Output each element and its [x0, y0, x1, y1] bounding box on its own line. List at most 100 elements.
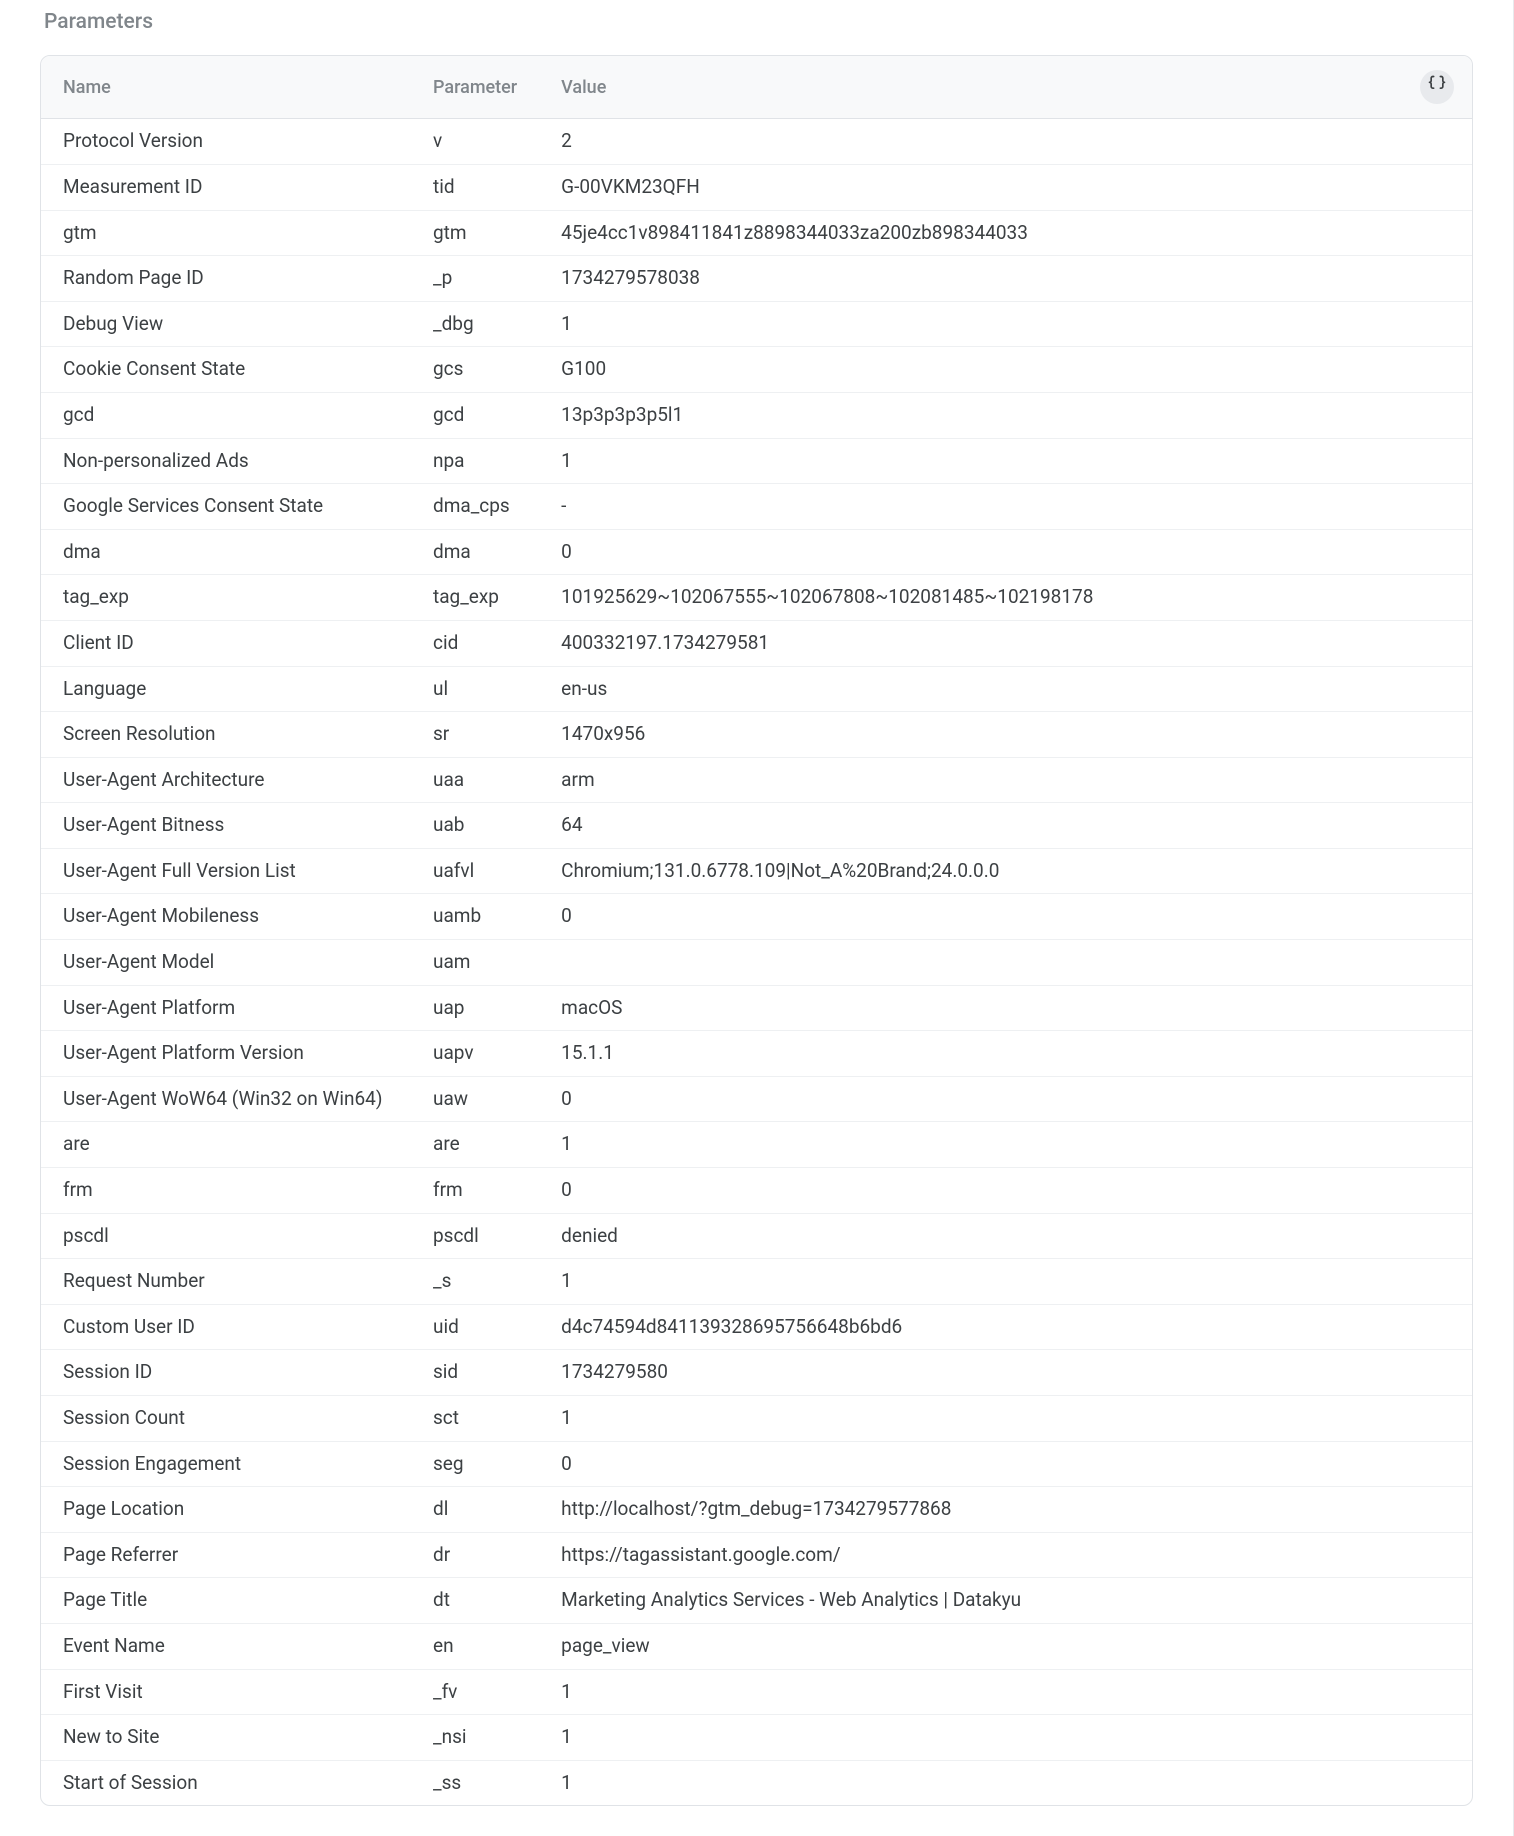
table-row[interactable]: gtmgtm45je4cc1v898411841z8898344033za200…	[41, 210, 1472, 256]
cell-name: User-Agent WoW64 (Win32 on Win64)	[41, 1076, 411, 1122]
cell-value: 1	[539, 1760, 1472, 1805]
table-row[interactable]: Request Number_s1	[41, 1259, 1472, 1305]
code-view-button[interactable]	[1420, 70, 1454, 104]
cell-name: tag_exp	[41, 575, 411, 621]
cell-parameter: _p	[411, 256, 539, 302]
table-row[interactable]: User-Agent Full Version ListuafvlChromiu…	[41, 848, 1472, 894]
cell-name: Event Name	[41, 1623, 411, 1669]
cell-parameter: sr	[411, 712, 539, 758]
table-header-row: Name Parameter Value	[41, 56, 1472, 119]
cell-name: gtm	[41, 210, 411, 256]
table-row[interactable]: User-Agent Mobilenessuamb0	[41, 894, 1472, 940]
cell-value: https://tagassistant.google.com/	[539, 1532, 1472, 1578]
table-row[interactable]: Custom User IDuidd4c74594d84113932869575…	[41, 1304, 1472, 1350]
cell-value: 15.1.1	[539, 1031, 1472, 1077]
cell-parameter: uaa	[411, 757, 539, 803]
cell-value: 1	[539, 1259, 1472, 1305]
table-row[interactable]: Start of Session_ss1	[41, 1760, 1472, 1805]
table-row[interactable]: Measurement IDtidG-00VKM23QFH	[41, 164, 1472, 210]
cell-value: 1734279580	[539, 1350, 1472, 1396]
cell-parameter: dt	[411, 1578, 539, 1624]
cell-value: 0	[539, 894, 1472, 940]
cell-value: 1734279578038	[539, 256, 1472, 302]
table-row[interactable]: gcdgcd13p3p3p3p5l1	[41, 392, 1472, 438]
cell-value: 400332197.1734279581	[539, 620, 1472, 666]
table-row[interactable]: Screen Resolutionsr1470x956	[41, 712, 1472, 758]
cell-name: Session Count	[41, 1396, 411, 1442]
cell-value: 1	[539, 301, 1472, 347]
cell-parameter: cid	[411, 620, 539, 666]
table-row[interactable]: pscdlpscdldenied	[41, 1213, 1472, 1259]
cell-parameter: uaw	[411, 1076, 539, 1122]
cell-name: gcd	[41, 392, 411, 438]
cell-value: 0	[539, 1076, 1472, 1122]
table-row[interactable]: User-Agent Platform Versionuapv15.1.1	[41, 1031, 1472, 1077]
table-row[interactable]: Session Engagementseg0	[41, 1441, 1472, 1487]
table-row[interactable]: Non-personalized Adsnpa1	[41, 438, 1472, 484]
cell-value: Chromium;131.0.6778.109|Not_A%20Brand;24…	[539, 848, 1472, 894]
cell-name: User-Agent Architecture	[41, 757, 411, 803]
table-row[interactable]: User-Agent Bitnessuab64	[41, 803, 1472, 849]
section-title: Parameters	[40, 0, 1473, 55]
table-row[interactable]: tag_exptag_exp101925629~102067555~102067…	[41, 575, 1472, 621]
table-row[interactable]: Random Page ID_p1734279578038	[41, 256, 1472, 302]
cell-parameter: v	[411, 119, 539, 165]
cell-value: G-00VKM23QFH	[539, 164, 1472, 210]
cell-parameter: frm	[411, 1168, 539, 1214]
cell-value: arm	[539, 757, 1472, 803]
table-row[interactable]: Protocol Versionv2	[41, 119, 1472, 165]
cell-value: 1	[539, 438, 1472, 484]
table-row[interactable]: frmfrm0	[41, 1168, 1472, 1214]
table-row[interactable]: areare1	[41, 1122, 1472, 1168]
column-header-name[interactable]: Name	[41, 56, 411, 119]
cell-name: User-Agent Mobileness	[41, 894, 411, 940]
table-row[interactable]: Cookie Consent StategcsG100	[41, 347, 1472, 393]
cell-name: are	[41, 1122, 411, 1168]
cell-name: Protocol Version	[41, 119, 411, 165]
cell-name: User-Agent Model	[41, 940, 411, 986]
table-row[interactable]: User-Agent Modeluam	[41, 940, 1472, 986]
cell-value: 1	[539, 1122, 1472, 1168]
table-row[interactable]: Google Services Consent Statedma_cps-	[41, 484, 1472, 530]
cell-parameter: npa	[411, 438, 539, 484]
cell-name: Non-personalized Ads	[41, 438, 411, 484]
cell-name: Measurement ID	[41, 164, 411, 210]
cell-name: User-Agent Bitness	[41, 803, 411, 849]
table-row[interactable]: Client IDcid400332197.1734279581	[41, 620, 1472, 666]
table-row[interactable]: Page TitledtMarketing Analytics Services…	[41, 1578, 1472, 1624]
table-row[interactable]: Page Referrerdrhttps://tagassistant.goog…	[41, 1532, 1472, 1578]
table-row[interactable]: Debug View_dbg1	[41, 301, 1472, 347]
cell-value: 1	[539, 1715, 1472, 1761]
cell-parameter: _dbg	[411, 301, 539, 347]
cell-name: New to Site	[41, 1715, 411, 1761]
parameters-panel: Name Parameter Value	[40, 55, 1473, 1806]
table-row[interactable]: User-Agent WoW64 (Win32 on Win64)uaw0	[41, 1076, 1472, 1122]
cell-parameter: sid	[411, 1350, 539, 1396]
cell-name: Session Engagement	[41, 1441, 411, 1487]
table-row[interactable]: User-Agent PlatformuapmacOS	[41, 985, 1472, 1031]
cell-name: dma	[41, 529, 411, 575]
cell-parameter: _nsi	[411, 1715, 539, 1761]
column-header-parameter[interactable]: Parameter	[411, 56, 539, 119]
cell-value: -	[539, 484, 1472, 530]
column-header-value[interactable]: Value	[539, 56, 1398, 119]
cell-name: Language	[41, 666, 411, 712]
table-row[interactable]: dmadma0	[41, 529, 1472, 575]
cell-name: Custom User ID	[41, 1304, 411, 1350]
cell-parameter: dma_cps	[411, 484, 539, 530]
cell-parameter: tid	[411, 164, 539, 210]
table-row[interactable]: Session Countsct1	[41, 1396, 1472, 1442]
cell-parameter: gcd	[411, 392, 539, 438]
cell-value: 0	[539, 529, 1472, 575]
cell-parameter: uafvl	[411, 848, 539, 894]
cell-name: First Visit	[41, 1669, 411, 1715]
table-row[interactable]: Event Nameenpage_view	[41, 1623, 1472, 1669]
cell-parameter: dr	[411, 1532, 539, 1578]
cell-value: 1	[539, 1669, 1472, 1715]
table-row[interactable]: User-Agent Architectureuaaarm	[41, 757, 1472, 803]
table-row[interactable]: Languageulen-us	[41, 666, 1472, 712]
table-row[interactable]: New to Site_nsi1	[41, 1715, 1472, 1761]
cell-parameter: uamb	[411, 894, 539, 940]
table-row[interactable]: First Visit_fv1	[41, 1669, 1472, 1715]
table-row[interactable]: Session IDsid1734279580	[41, 1350, 1472, 1396]
